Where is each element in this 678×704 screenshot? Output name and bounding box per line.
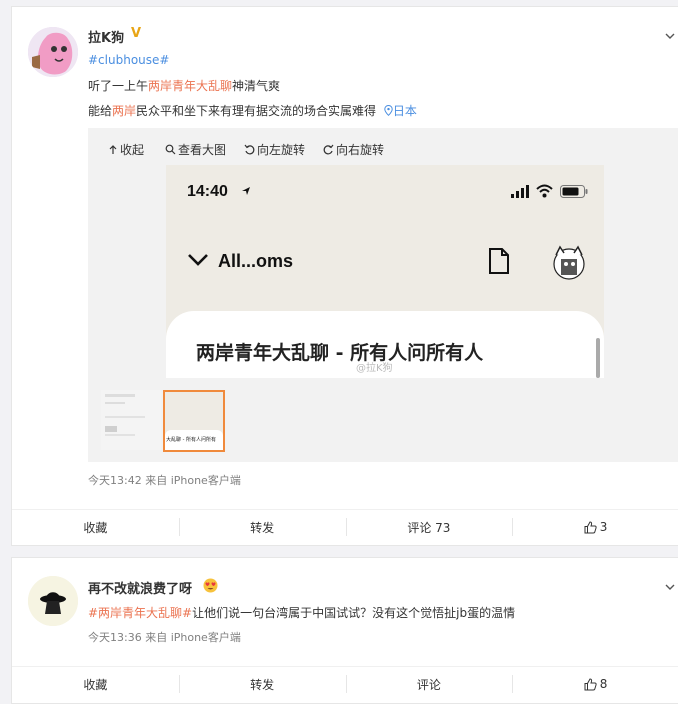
heart-eyes-emoji-icon bbox=[203, 578, 218, 593]
verified-badge-icon: V bbox=[131, 26, 142, 41]
magnifier-icon bbox=[165, 144, 176, 155]
battery-icon bbox=[560, 185, 588, 198]
arrow-up-icon bbox=[109, 144, 117, 154]
post-hashtag[interactable]: #clubhouse# bbox=[88, 53, 169, 67]
post-meta: 今天13:42 来自 iPhone客户端 bbox=[88, 474, 241, 487]
thumbnail-caption: 大乱聊 - 所有人问所有 bbox=[166, 437, 216, 443]
location-arrow-icon bbox=[242, 187, 250, 195]
repost-button[interactable]: 转发 bbox=[178, 510, 346, 544]
room-sheet: 两岸青年大乱聊 - 所有人问所有人 @拉K狗 bbox=[166, 311, 604, 378]
profile-cat-icon bbox=[553, 245, 585, 280]
thumbs-up-icon bbox=[584, 677, 597, 690]
favorite-button[interactable]: 收藏 bbox=[12, 510, 179, 544]
location-pin-icon bbox=[384, 104, 393, 117]
comment-button[interactable]: 评论 bbox=[345, 667, 513, 701]
topic-hashtag[interactable]: #两岸青年大乱聊# bbox=[88, 606, 192, 620]
location-link[interactable]: 日本 bbox=[384, 104, 417, 118]
like-button[interactable]: 8 bbox=[512, 667, 678, 701]
action-bar: 收藏 转发 评论 73 3 bbox=[12, 509, 678, 544]
avatar-pink-creature-icon bbox=[28, 27, 78, 77]
thumbnail-1[interactable] bbox=[101, 390, 161, 450]
username[interactable]: 再不改就浪费了呀 bbox=[88, 578, 192, 597]
favorite-button[interactable]: 收藏 bbox=[12, 667, 179, 701]
topic-link[interactable]: 两岸青年大乱聊 bbox=[148, 79, 232, 93]
post-image[interactable]: 14:40 All...oms 两岸青年大乱聊 - 所有人问所有人 @拉K狗 bbox=[166, 165, 604, 378]
chevron-down-icon[interactable] bbox=[665, 31, 675, 41]
avatar-hat-figure-icon bbox=[28, 576, 78, 626]
scrollbar bbox=[596, 338, 600, 378]
rotate-left-button[interactable]: 向左旋转 bbox=[244, 141, 305, 158]
document-icon bbox=[489, 248, 509, 274]
wifi-icon bbox=[536, 184, 553, 198]
signal-bars-icon bbox=[511, 185, 529, 198]
status-time: 14:40 bbox=[187, 183, 228, 200]
topic-link-2[interactable]: 两岸 bbox=[112, 104, 136, 118]
comment-button[interactable]: 评论 73 bbox=[345, 510, 513, 544]
post-text-line-1: 听了一上午两岸青年大乱聊神清气爽 bbox=[88, 79, 281, 93]
room-title: 两岸青年大乱聊 - 所有人问所有人 bbox=[196, 342, 484, 364]
thumbs-up-icon bbox=[584, 520, 597, 533]
post-text-line-2: 能给两岸民众平和坐下来有理有据交流的场合实属难得 日本 bbox=[88, 104, 417, 118]
username[interactable]: 拉K狗 bbox=[88, 27, 124, 46]
watermark: @拉K狗 bbox=[356, 363, 393, 374]
chevron-down-icon[interactable] bbox=[665, 582, 675, 592]
user-avatar[interactable] bbox=[28, 27, 78, 77]
collapse-button[interactable]: 收起 bbox=[108, 141, 144, 158]
rotate-right-button[interactable]: 向右旋转 bbox=[323, 141, 384, 158]
post-meta: 今天13:36 来自 iPhone客户端 bbox=[88, 631, 241, 644]
weibo-post-card: 再不改就浪费了呀 #两岸青年大乱聊#让他们说一句台湾属于中国试试？没有这个觉悟扯… bbox=[11, 557, 678, 704]
chevron-down-icon-app bbox=[188, 254, 208, 266]
view-large-button[interactable]: 查看大图 bbox=[165, 141, 226, 158]
user-avatar[interactable] bbox=[28, 576, 78, 626]
room-list-title: All...oms bbox=[218, 251, 294, 271]
weibo-post-card: 拉K狗 V #clubhouse# 听了一上午两岸青年大乱聊神清气爽 能给两岸民… bbox=[11, 6, 678, 546]
like-button[interactable]: 3 bbox=[512, 510, 678, 544]
thumbnail-2-selected[interactable]: 大乱聊 - 所有人问所有 bbox=[163, 390, 225, 452]
action-bar: 收藏 转发 评论 8 bbox=[12, 666, 678, 701]
image-viewer: 收起 查看大图 向左旋转 向右旋转 14:40 All...oms 两岸青年大乱… bbox=[88, 128, 678, 462]
rotate-left-icon bbox=[244, 144, 255, 155]
repost-button[interactable]: 转发 bbox=[178, 667, 346, 701]
rotate-right-icon bbox=[323, 144, 334, 155]
post-text: #两岸青年大乱聊#让他们说一句台湾属于中国试试？没有这个觉悟扯jb蛋的温情 bbox=[88, 606, 516, 620]
